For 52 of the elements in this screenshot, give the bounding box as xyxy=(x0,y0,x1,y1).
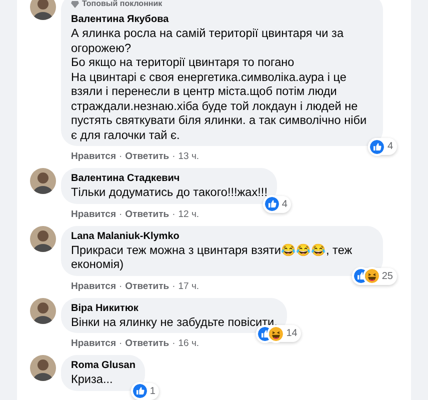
comment-text: Прикраси теж можна з цвинтаря взяти😂😂😂, теж економія) xyxy=(71,242,354,272)
comment-text: На цвинтарі є своя енергетика.символіка.аура і це взяли і перенесли в центр міста.щоб потім люди страждали.незнаю.хіба буде той локдаун і людей не пустять святкувати біля ялинки. а так символічно ніби є для галочки тай є. xyxy=(71,70,368,142)
separator-dot: · xyxy=(118,208,122,220)
separator-dot: · xyxy=(172,337,176,350)
separator-dot: · xyxy=(118,337,122,350)
avatar[interactable] xyxy=(30,355,56,381)
reaction-count[interactable]: 14 xyxy=(286,326,298,341)
reaction-pill[interactable]: 14 xyxy=(256,325,302,342)
reaction-pill[interactable]: 1 xyxy=(130,382,160,400)
author-name[interactable]: Валентина Якубова xyxy=(71,13,373,26)
comment-text: А ялинка росла на самій території цвинтаря чи за огорожею? xyxy=(71,26,345,55)
author-name[interactable]: Roma Glusan xyxy=(71,359,136,372)
fan-badge-label: Топовый поклонник xyxy=(82,0,162,10)
comment-text: Криза... xyxy=(71,372,114,386)
author-name[interactable]: Lana Malaniuk-Klymko xyxy=(71,230,373,242)
like-reaction-icon xyxy=(264,197,279,211)
reaction-count[interactable]: 1 xyxy=(150,384,156,398)
like-link[interactable]: Нравится xyxy=(71,150,116,163)
reaction-count[interactable]: 4 xyxy=(387,139,393,154)
reaction-pill[interactable]: 25 xyxy=(352,268,397,284)
like-link[interactable]: Нравится xyxy=(71,208,116,220)
comment-text: Бо якщо на території цвинтаря то погано xyxy=(71,55,296,70)
avatar[interactable] xyxy=(30,0,56,20)
like-reaction-icon xyxy=(370,140,384,154)
like-reaction-icon xyxy=(354,269,368,283)
avatar[interactable] xyxy=(30,168,56,194)
like-link[interactable]: Нравится xyxy=(71,337,116,350)
comment-time[interactable]: 12 ч. xyxy=(178,208,200,220)
avatar[interactable] xyxy=(30,298,56,324)
reaction-pill[interactable]: 4 xyxy=(368,138,397,155)
reaction-count[interactable]: 25 xyxy=(382,268,393,284)
laughing-reaction-icon xyxy=(364,269,379,283)
laughing-reaction-icon xyxy=(269,326,284,340)
like-link[interactable]: Нравится xyxy=(71,280,116,292)
comment-time[interactable]: 16 ч. xyxy=(178,337,200,350)
separator-dot: · xyxy=(172,150,176,163)
reaction-pill[interactable]: 4 xyxy=(262,196,292,212)
reply-link[interactable]: Ответить xyxy=(125,150,170,163)
separator-dot: · xyxy=(118,280,122,292)
author-name[interactable]: Віра Никитюк xyxy=(71,302,278,314)
comment-time[interactable]: 13 ч. xyxy=(178,150,200,163)
reply-link[interactable]: Ответить xyxy=(125,208,170,220)
separator-dot: · xyxy=(118,150,122,163)
avatar[interactable] xyxy=(30,226,56,252)
diamond-icon xyxy=(71,0,79,8)
reply-link[interactable]: Ответить xyxy=(125,280,170,292)
reaction-count[interactable]: 4 xyxy=(282,196,288,212)
author-name[interactable]: Валентина Стадкевич xyxy=(71,172,268,185)
comment-time[interactable]: 17 ч. xyxy=(178,280,200,292)
separator-dot: · xyxy=(172,280,176,292)
reply-link[interactable]: Ответить xyxy=(125,337,170,350)
separator-dot: · xyxy=(172,208,176,220)
